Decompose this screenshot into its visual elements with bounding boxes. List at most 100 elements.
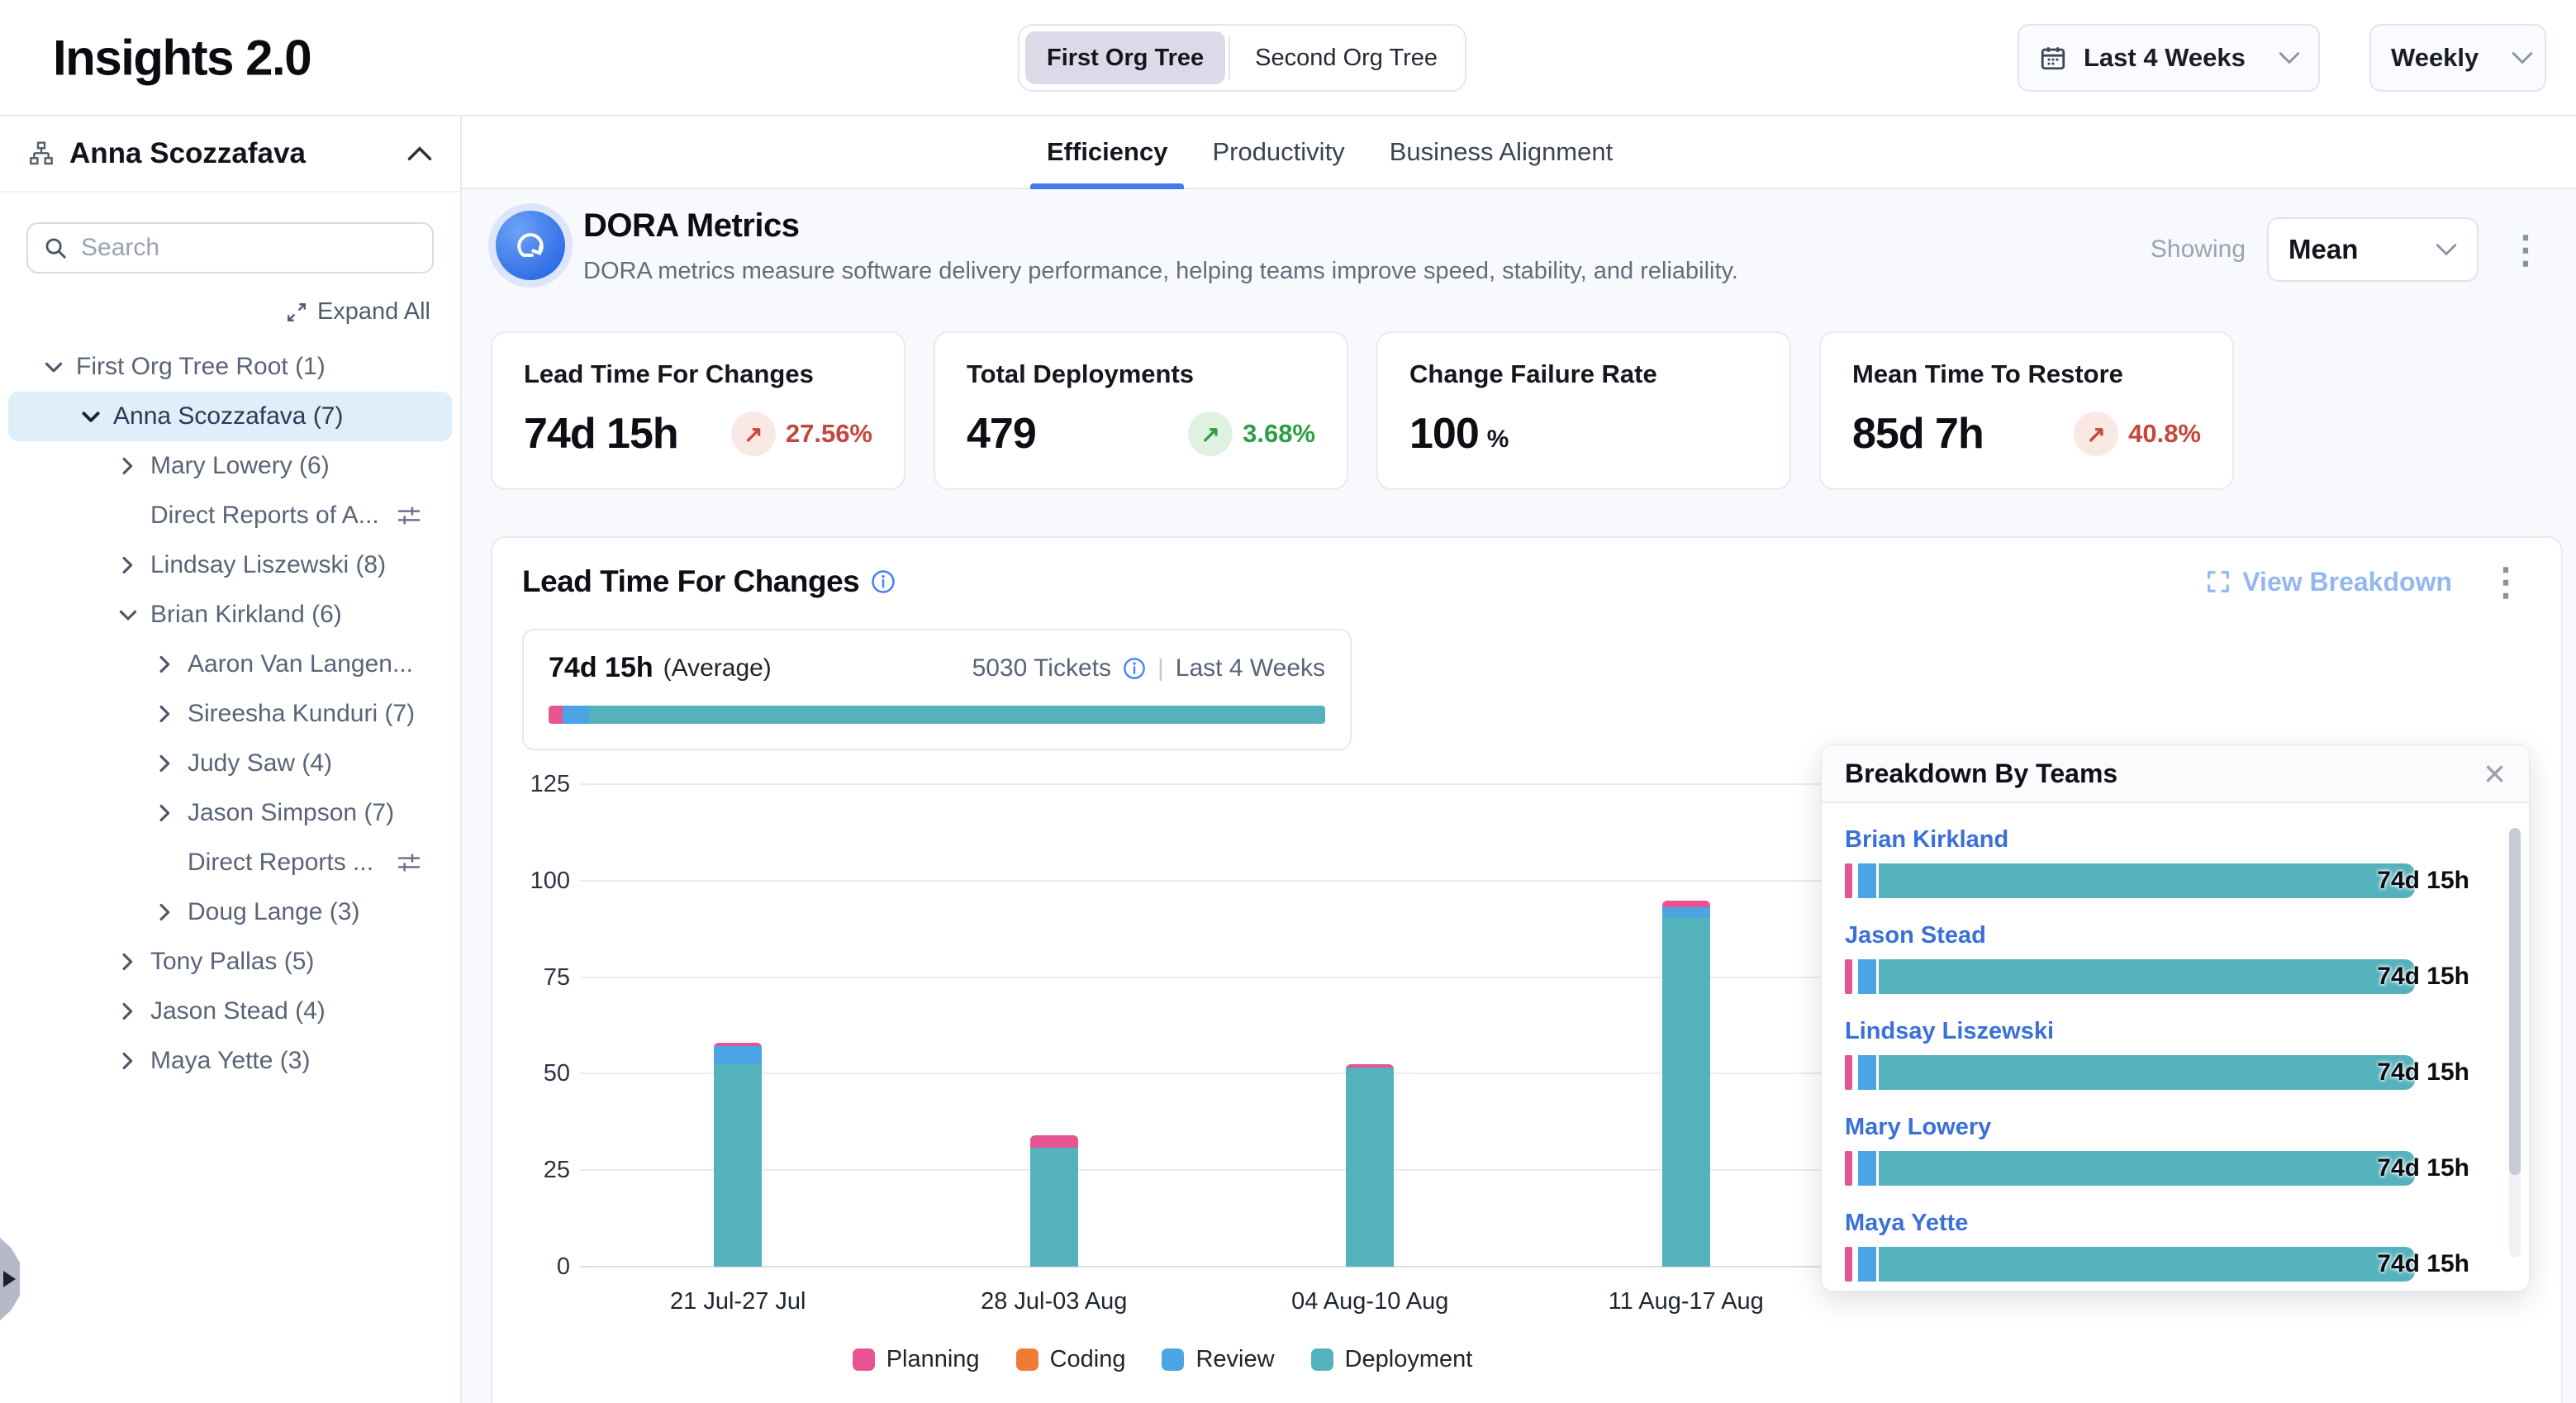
team-name-link[interactable]: Brian Kirkland [1845, 826, 2008, 854]
tree-item-first-org-tree-root-1[interactable]: First Org Tree Root (1) [0, 342, 460, 392]
tree-item-label: Mary Lowery (6) [150, 452, 330, 480]
tab-business-alignment[interactable]: Business Alignment [1390, 117, 1614, 188]
tab-efficiency[interactable]: Efficiency [1047, 117, 1167, 188]
breakdown-row-lindsay-liszewski: Lindsay Liszewski 74d 15h [1845, 1018, 2529, 1114]
main-content: Efficiency Productivity Business Alignment… [462, 117, 2576, 1403]
metric-label: Mean Time To Restore [1852, 359, 2201, 389]
aggregation-select[interactable]: Mean [2267, 217, 2479, 282]
app-title: Insights 2.0 [53, 29, 311, 86]
first-org-tree-button[interactable]: First Org Tree [1025, 31, 1225, 84]
breakdown-rows: Brian Kirkland 74d 15h Jason Stead 74d 1… [1822, 803, 2529, 1291]
tree-item-label: Jason Simpson (7) [188, 799, 394, 827]
metric-cards-row: Lead Time For Changes 74d 15h ↗ 27.56% To… [491, 331, 2576, 490]
filter-icon-wrap[interactable] [396, 502, 422, 529]
calendar-icon [2039, 44, 2067, 72]
second-org-tree-button[interactable]: Second Org Tree [1233, 31, 1459, 84]
filter-sliders-icon[interactable] [396, 502, 422, 529]
metric-card-lead-time-for-changes: Lead Time For Changes 74d 15h ↗ 27.56% [491, 331, 905, 490]
filter-icon-wrap[interactable] [396, 849, 422, 876]
tab-bar: Efficiency Productivity Business Alignment [462, 117, 2576, 189]
tree-item-label: Anna Scozzafava (7) [113, 402, 343, 430]
bar-segment-deployment [1662, 917, 1710, 1267]
org-tree-toggle: First Org Tree Second Org Tree [1018, 24, 1466, 92]
legend-item-deployment: Deployment [1311, 1346, 1473, 1373]
close-icon[interactable]: × [2483, 754, 2506, 792]
tree-item-mary-lowery-6[interactable]: Mary Lowery (6) [0, 441, 460, 491]
summary-bar-segment-deployment [589, 706, 1325, 724]
bar-segment-planning [1662, 901, 1710, 907]
tree-item-label: Direct Reports of A... [150, 502, 379, 530]
info-icon[interactable] [871, 569, 896, 594]
top-bar: Insights 2.0 First Org Tree Second Org T… [0, 0, 2576, 117]
chevron-right-icon [156, 804, 174, 822]
gridline-50 [580, 1072, 1844, 1074]
tree-item-sireesha-kunduri-7[interactable]: Sireesha Kunduri (7) [0, 689, 460, 739]
lead-time-kebab-menu[interactable]: ⋮ [2480, 563, 2531, 601]
tree-item-maya-yette-3[interactable]: Maya Yette (3) [0, 1036, 460, 1086]
stacked-bar-28-jul-03-aug [1030, 1135, 1078, 1267]
chevron-right-icon [119, 1052, 137, 1070]
tree-item-anna-scozzafava-7[interactable]: Anna Scozzafava (7) [8, 392, 452, 441]
expand-all-button[interactable]: Expand All [286, 298, 430, 326]
dora-description: DORA metrics measure software delivery p… [583, 258, 1738, 285]
bar-segment-review [1858, 1247, 1876, 1282]
date-range-select[interactable]: Last 4 Weeks [2018, 24, 2320, 92]
breakdown-scrollbar-thumb[interactable] [2509, 828, 2521, 1175]
chevron-right-icon [119, 953, 137, 971]
tree-item-doug-lange-3[interactable]: Doug Lange (3) [0, 887, 460, 937]
team-value: 74d 15h [2377, 1250, 2469, 1278]
metric-label: Lead Time For Changes [524, 359, 872, 389]
collapse-chevron-up-icon[interactable] [407, 146, 432, 161]
breakdown-row-brian-kirkland: Brian Kirkland 74d 15h [1845, 826, 2529, 922]
chevron-down-icon [2512, 51, 2533, 64]
team-name-link[interactable]: Lindsay Liszewski [1845, 1018, 2054, 1045]
legend-swatch [1162, 1348, 1184, 1371]
y-axis-tick-100: 100 [492, 868, 570, 895]
summary-value: 74d 15h [549, 652, 654, 684]
tree-item-aaron-van-langen[interactable]: Aaron Van Langen... [0, 640, 460, 689]
tab-productivity[interactable]: Productivity [1212, 117, 1344, 188]
tree-item-jason-simpson-7[interactable]: Jason Simpson (7) [0, 788, 460, 838]
chevron-down-icon [119, 606, 137, 624]
gridline-125 [580, 783, 1844, 785]
metric-label: Total Deployments [967, 359, 1315, 389]
filter-sliders-icon[interactable] [396, 849, 422, 876]
tree-item-brian-kirkland-6[interactable]: Brian Kirkland (6) [0, 590, 460, 640]
tree-item-judy-saw-4[interactable]: Judy Saw (4) [0, 739, 460, 788]
tree-item-label: Sireesha Kunduri (7) [188, 700, 415, 728]
tree-item-tony-pallas-5[interactable]: Tony Pallas (5) [0, 937, 460, 987]
lead-time-card: Lead Time For Changes View Breakdown ⋮ [491, 536, 2563, 1403]
team-name-link[interactable]: Maya Yette [1845, 1210, 1968, 1237]
legend-swatch [1016, 1348, 1038, 1371]
team-name-link[interactable]: Mary Lowery [1845, 1114, 1991, 1141]
breakdown-row-mary-lowery: Mary Lowery 74d 15h [1845, 1114, 2529, 1210]
bar-segment-planning [1030, 1135, 1078, 1148]
view-breakdown-button[interactable]: View Breakdown [2206, 567, 2452, 597]
bar-segment-planning [1845, 959, 1852, 994]
search-input[interactable] [81, 234, 417, 262]
team-bar: 74d 15h [1845, 863, 2469, 898]
trend-up-arrow-icon: ↗ [1188, 411, 1233, 456]
bar-segment-deployment [1030, 1148, 1078, 1267]
granularity-select[interactable]: Weekly [2369, 24, 2546, 92]
bar-segment-review [1858, 1151, 1876, 1186]
lead-time-bar-chart: 125100755025021 Jul-27 Jul28 Jul-03 Aug0… [580, 784, 1844, 1267]
team-bar: 74d 15h [1845, 959, 2469, 994]
team-name-link[interactable]: Jason Stead [1845, 922, 1986, 949]
tree-item-direct-reports-of-a[interactable]: Direct Reports of A... [0, 491, 460, 540]
summary-qualifier: (Average) [663, 654, 772, 682]
bar-segment-review [714, 1046, 762, 1064]
legend-item-coding: Coding [1016, 1346, 1126, 1373]
org-tree: First Org Tree Root (1) Anna Scozzafava (… [0, 331, 460, 1086]
tree-item-lindsay-liszewski-8[interactable]: Lindsay Liszewski (8) [0, 540, 460, 590]
tree-item-jason-stead-4[interactable]: Jason Stead (4) [0, 987, 460, 1036]
legend-label: Coding [1050, 1346, 1126, 1373]
tree-item-direct-reports[interactable]: Direct Reports ... [0, 838, 460, 887]
dora-kebab-menu[interactable]: ⋮ [2500, 231, 2551, 269]
team-value: 74d 15h [2377, 1154, 2469, 1182]
info-icon[interactable] [1123, 657, 1146, 680]
legend-item-review: Review [1162, 1346, 1274, 1373]
breakdown-title: Breakdown By Teams [1845, 759, 2483, 789]
y-axis-tick-50: 50 [492, 1060, 570, 1087]
bar-segment-deployment [1879, 1055, 2415, 1090]
